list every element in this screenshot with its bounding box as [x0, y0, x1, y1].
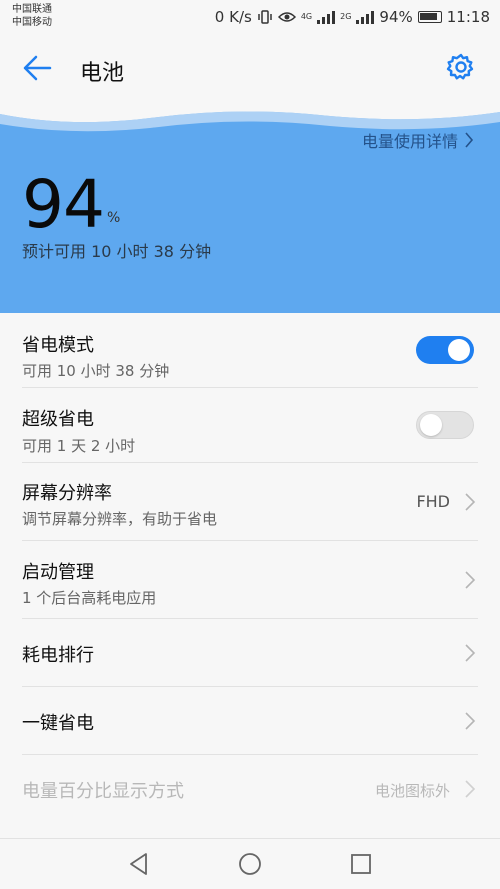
- setting-value: FHD: [416, 492, 450, 511]
- signal-1-icon: [317, 10, 336, 24]
- chevron-right-icon: [465, 780, 476, 798]
- ultra-power-saving-toggle[interactable]: [416, 411, 474, 439]
- setting-startup-management[interactable]: 启动管理 1 个后台高耗电应用: [0, 541, 500, 619]
- setting-one-tap-optimize[interactable]: 一键省电: [0, 687, 500, 755]
- signal-2-icon: [356, 10, 375, 24]
- eye-icon: [277, 12, 296, 22]
- carrier-1: 中国联通: [12, 4, 52, 15]
- battery-percent-large: 94: [22, 166, 105, 243]
- chevron-right-icon: [465, 493, 476, 511]
- chevron-right-icon: [465, 132, 474, 148]
- app-bar: 电池: [0, 36, 500, 100]
- arrow-left-icon[interactable]: [22, 54, 52, 82]
- setting-screen-resolution[interactable]: 屏幕分辨率 调节屏幕分辨率，有助于省电 FHD: [0, 463, 500, 541]
- vibrate-icon: [258, 10, 272, 24]
- gear-icon[interactable]: [446, 52, 476, 82]
- setting-subtitle: 1 个后台高耗电应用: [22, 589, 157, 607]
- setting-subtitle: 可用 10 小时 38 分钟: [22, 362, 170, 380]
- toggle-knob: [448, 339, 470, 361]
- triangle-back-icon[interactable]: [126, 851, 152, 877]
- setting-title: 启动管理: [22, 562, 94, 583]
- setting-title: 电量百分比显示方式: [22, 781, 184, 802]
- toggle-knob: [420, 414, 442, 436]
- battery-percent-unit: %: [107, 210, 121, 226]
- usage-details-label: 电量使用详情: [361, 132, 458, 151]
- setting-value: 电池图标外: [374, 782, 450, 800]
- sim1-network-label: 4G: [300, 12, 313, 21]
- battery-percent: 94%: [379, 8, 413, 26]
- setting-power-saving-mode[interactable]: 省电模式 可用 10 小时 38 分钟: [0, 313, 500, 388]
- setting-title: 耗电排行: [22, 645, 94, 666]
- setting-ultra-power-saving[interactable]: 超级省电 可用 1 天 2 小时: [0, 388, 500, 463]
- circle-home-icon[interactable]: [237, 851, 263, 877]
- power-saving-toggle[interactable]: [416, 336, 474, 364]
- carrier-2: 中国移动: [12, 17, 52, 28]
- navigation-bar: [0, 838, 500, 889]
- battery-icon: [417, 11, 442, 23]
- sim2-network-label: 2G: [340, 12, 352, 21]
- setting-battery-percentage-display: 电量百分比显示方式 电池图标外: [0, 755, 500, 823]
- estimated-remaining-time: 预计可用 10 小时 38 分钟: [22, 242, 212, 261]
- battery-summary-panel: 电量使用详情 94 % 预计可用 10 小时 38 分钟: [0, 100, 500, 313]
- setting-title: 一键省电: [22, 713, 94, 734]
- square-recent-icon[interactable]: [348, 851, 374, 877]
- setting-subtitle: 调节屏幕分辨率，有助于省电: [22, 510, 218, 528]
- setting-title: 省电模式: [22, 335, 94, 356]
- chevron-right-icon: [465, 644, 476, 662]
- usage-details-link[interactable]: 电量使用详情: [362, 128, 474, 152]
- setting-power-consumption-ranking[interactable]: 耗电排行: [0, 619, 500, 687]
- status-indicators: 0 K/s 4G 2G 94% 11:18: [215, 8, 490, 26]
- chevron-right-icon: [465, 712, 476, 730]
- net-speed: 0 K/s: [214, 8, 252, 26]
- setting-title: 超级省电: [22, 409, 94, 430]
- carrier-labels: 中国联通 中国移动: [12, 3, 52, 29]
- status-bar: 中国联通 中国移动 0 K/s 4G 2G 94% 11:18: [0, 0, 500, 36]
- setting-title: 屏幕分辨率: [22, 483, 112, 504]
- clock: 11:18: [446, 8, 490, 26]
- settings-list: 省电模式 可用 10 小时 38 分钟 超级省电 可用 1 天 2 小时 屏幕分…: [0, 313, 500, 823]
- setting-subtitle: 可用 1 天 2 小时: [22, 437, 136, 455]
- page-title: 电池: [80, 61, 125, 86]
- chevron-right-icon: [465, 571, 476, 589]
